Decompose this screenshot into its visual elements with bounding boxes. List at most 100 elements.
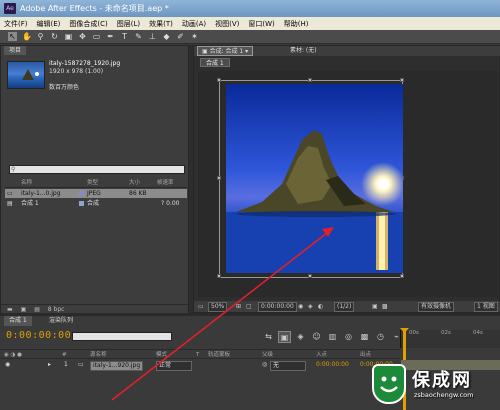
draft-3d-icon[interactable]: ◈ <box>294 331 307 343</box>
ruler-label: 04s <box>473 330 483 336</box>
menu-help[interactable]: 帮助(H) <box>284 19 309 29</box>
trash-icon[interactable]: ▤ <box>34 306 40 313</box>
col-source-name[interactable]: 源名称 <box>90 350 107 360</box>
col-number[interactable]: # <box>62 350 67 360</box>
always-preview-icon[interactable]: ▭ <box>198 301 204 312</box>
color-channel-icon[interactable]: ◐ <box>318 301 323 312</box>
text-tool-icon[interactable]: T <box>120 32 129 41</box>
layer-row[interactable]: ◉ ▸ 1 ▭ italy-1...920.jpg 正常 ◎ 无 0:00:00… <box>0 360 400 371</box>
motion-blur-icon[interactable]: ◎ <box>342 331 355 343</box>
eye-icon[interactable]: ◉ <box>5 360 10 370</box>
transparency-grid-icon[interactable]: ▩ <box>382 301 388 312</box>
hand-tool-icon[interactable]: ✋ <box>22 32 32 41</box>
menu-animation[interactable]: 动画(A) <box>182 19 206 29</box>
col-mode[interactable]: 模式 <box>156 350 167 360</box>
col-fps[interactable]: 帧速率 <box>157 179 174 188</box>
brush-tool-icon[interactable]: ✎ <box>134 32 143 41</box>
col-type[interactable]: 类型 <box>87 179 98 188</box>
parent-pick-whip-icon[interactable]: ◎ <box>262 360 267 370</box>
new-comp-icon[interactable]: ▣ <box>21 306 27 313</box>
bit-depth[interactable]: 8 bpc <box>48 306 65 313</box>
col-size[interactable]: 大小 <box>129 179 140 188</box>
transform-handle[interactable] <box>217 274 221 278</box>
timeline-tabs: 合成 1 渲染队列 <box>0 316 500 326</box>
label-color-swatch[interactable] <box>79 191 84 196</box>
pan-behind-tool-icon[interactable]: ✥ <box>78 32 87 41</box>
sea-stack-image <box>226 84 403 273</box>
tab-footage[interactable]: 素材: (无) <box>286 46 321 56</box>
selection-tool-icon[interactable]: ↖ <box>8 32 17 41</box>
safe-margins-icon[interactable]: ⊞ <box>236 301 241 312</box>
col-name[interactable]: 名称 <box>21 179 32 188</box>
composition-viewer[interactable] <box>198 71 498 297</box>
watermark-shield-logo <box>372 364 406 404</box>
blend-mode-dropdown[interactable]: 正常 <box>156 361 192 371</box>
col-parent[interactable]: 父级 <box>262 350 273 360</box>
region-of-interest-icon[interactable]: ▣ <box>372 301 378 312</box>
menu-edit[interactable]: 编辑(E) <box>37 19 61 29</box>
roto-brush-tool-icon[interactable]: ✐ <box>176 32 185 41</box>
tab-comp-timeline[interactable]: 合成 1 <box>4 316 32 326</box>
transform-handle[interactable] <box>308 274 312 278</box>
time-ruler[interactable]: 00s 02s 04s <box>400 330 500 348</box>
rectangle-tool-icon[interactable]: ▭ <box>92 32 101 41</box>
shy-icon[interactable]: ☺ <box>310 331 323 343</box>
layer-in-point[interactable]: 0:00:00:00 <box>316 360 349 370</box>
lock-icon[interactable]: ▣ <box>202 48 210 55</box>
menu-effect[interactable]: 效果(T) <box>149 19 173 29</box>
project-item-footage[interactable]: ▭ italy-1...0.jpg JPEG 86 KB <box>5 189 187 198</box>
mask-icon[interactable]: ▢ <box>246 301 252 312</box>
brainstorm-icon[interactable]: ▩ <box>358 331 371 343</box>
auto-keyframe-icon[interactable]: ◷ <box>374 331 387 343</box>
clone-stamp-tool-icon[interactable]: ⊥ <box>148 32 157 41</box>
italy-photo-layer[interactable] <box>226 84 403 273</box>
transform-handle[interactable] <box>308 78 312 82</box>
zoom-tool-icon[interactable]: ⚲ <box>36 32 45 41</box>
layer-name[interactable]: italy-1...920.jpg <box>90 361 144 371</box>
folder-icon[interactable]: ▬ <box>7 306 13 313</box>
eraser-tool-icon[interactable]: ◆ <box>162 32 171 41</box>
comp-subtab[interactable]: 合成 1 <box>200 58 230 67</box>
pen-tool-icon[interactable]: ✒ <box>106 32 115 41</box>
tab-render-queue[interactable]: 渲染队列 <box>44 316 78 326</box>
expand-triangle-icon[interactable]: ▸ <box>48 360 51 370</box>
parent-dropdown[interactable]: 无 <box>270 361 306 371</box>
current-time[interactable]: 0:00:00:00 <box>258 302 297 312</box>
project-item-comp[interactable]: ▤ 合成 1 合成 ? 0.00 <box>5 199 187 208</box>
zoom-dropdown[interactable]: 50% <box>208 302 228 312</box>
mini-flowchart-icon[interactable]: ⇆ <box>262 331 275 343</box>
col-t[interactable]: T <box>196 350 199 360</box>
rotate-tool-icon[interactable]: ↻ <box>50 32 59 41</box>
camera-dropdown[interactable]: 有效摄像机 <box>418 302 455 312</box>
chevron-down-icon[interactable]: ▾ <box>243 48 248 55</box>
project-search-input[interactable]: ⚲ <box>9 165 185 174</box>
tab-composition[interactable]: ▣ 合成: 合成 1 ▾ <box>197 46 254 56</box>
resolution-dropdown[interactable]: (1/2) <box>334 302 355 312</box>
transform-handle[interactable] <box>400 78 404 82</box>
col-in[interactable]: 入点 <box>316 350 327 360</box>
col-track-matte[interactable]: 轨道蒙板 <box>208 350 230 360</box>
views-dropdown[interactable]: 1 视图 <box>474 302 498 312</box>
menu-view[interactable]: 视图(V) <box>215 19 239 29</box>
menu-window[interactable]: 窗口(W) <box>248 19 274 29</box>
project-tab[interactable]: 项目 <box>4 46 27 55</box>
menu-layer[interactable]: 图层(L) <box>117 19 140 29</box>
av-switches-icon[interactable]: ◉ ◑ ● <box>4 350 22 360</box>
show-snapshot-icon[interactable]: ◈ <box>308 301 313 312</box>
composition-icon: ▤ <box>7 200 13 207</box>
camera-tool-icon[interactable]: ▣ <box>64 32 73 41</box>
label-color-swatch[interactable] <box>79 201 84 206</box>
transform-handle[interactable] <box>217 176 221 180</box>
col-out[interactable]: 出点 <box>360 350 371 360</box>
menu-file[interactable]: 文件(F) <box>4 19 28 29</box>
timeline-timecode[interactable]: 0:00:00:00 <box>6 330 71 341</box>
frame-blending-icon[interactable]: ▥ <box>326 331 339 343</box>
composition-bottom-bar: ▭ 50% ⊞ ▢ 0:00:00:00 ◉ ◈ ◐ (1/2) ▣ ▩ 有效摄… <box>194 301 500 312</box>
live-update-icon[interactable]: ▣ <box>278 331 291 343</box>
timeline-search-input[interactable] <box>72 332 172 341</box>
transform-handle[interactable] <box>400 274 404 278</box>
transform-handle[interactable] <box>217 78 221 82</box>
menu-composition[interactable]: 图像合成(C) <box>69 19 107 29</box>
snapshot-icon[interactable]: ◉ <box>298 301 303 312</box>
puppet-tool-icon[interactable]: ✶ <box>190 32 199 41</box>
